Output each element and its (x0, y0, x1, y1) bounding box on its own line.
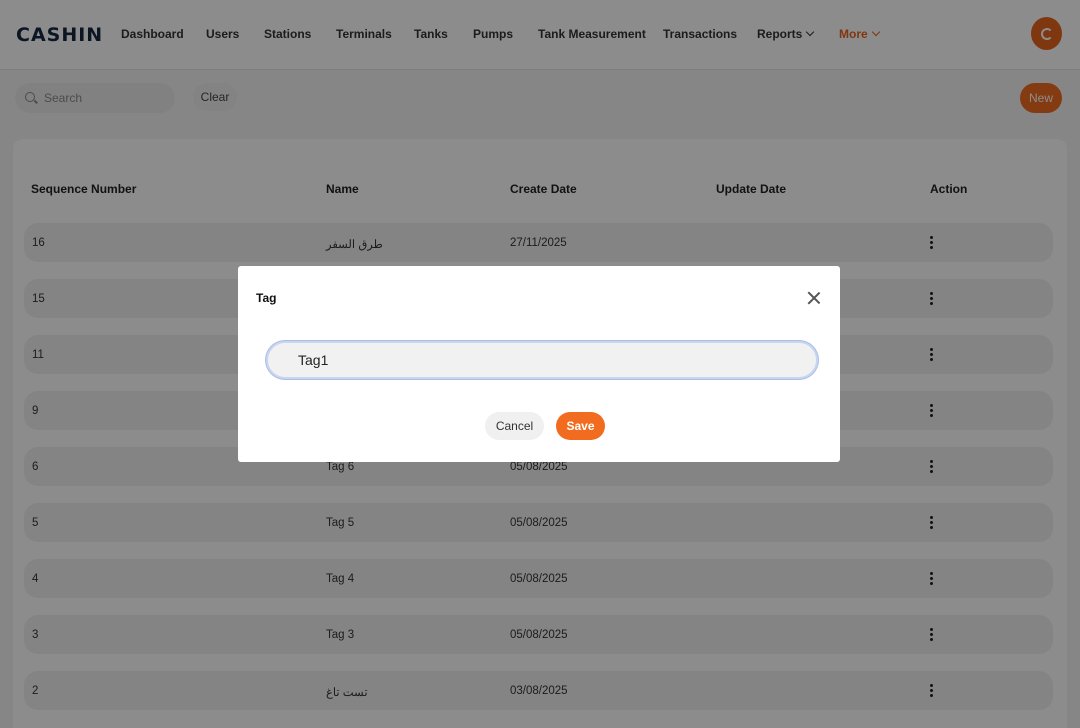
tag-modal: Tag Cancel Save (238, 266, 840, 462)
modal-title: Tag (256, 291, 277, 305)
cancel-button[interactable]: Cancel (485, 412, 544, 440)
tag-name-input[interactable] (266, 341, 818, 379)
save-button[interactable]: Save (556, 412, 605, 440)
close-icon[interactable] (806, 290, 822, 306)
